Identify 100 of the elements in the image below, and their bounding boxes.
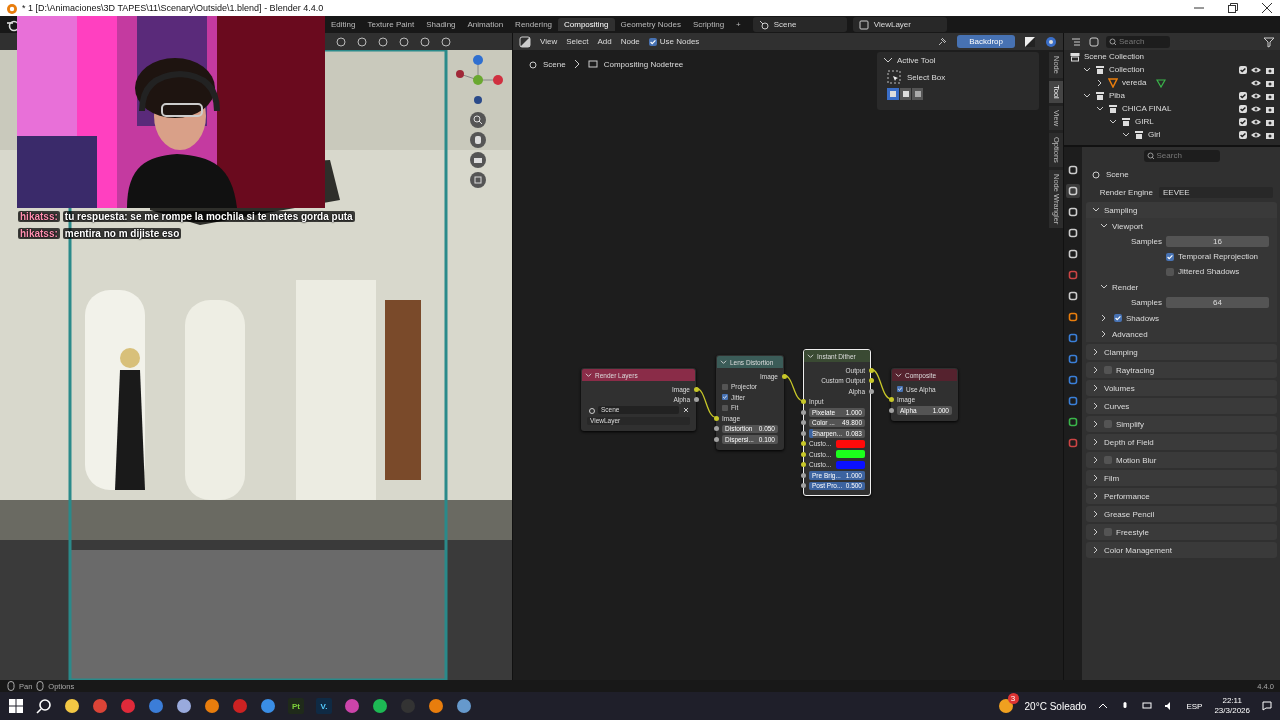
panel-header[interactable]: Curves <box>1086 398 1277 414</box>
use-nodes-checkbox[interactable] <box>648 37 657 46</box>
toolbar-icon[interactable] <box>398 35 410 48</box>
number-field[interactable]: 64 <box>1166 297 1269 308</box>
panel-header[interactable]: Clamping <box>1086 344 1277 360</box>
workspace-tab[interactable]: + <box>730 18 747 31</box>
workspace-tab[interactable]: Shading <box>420 18 462 31</box>
toolbar-icon[interactable] <box>335 35 347 48</box>
menu-item[interactable]: Node <box>620 37 640 46</box>
node-checkbox[interactable] <box>722 394 728 401</box>
search-field[interactable]: Search <box>1106 35 1170 48</box>
view-layer-selector[interactable]: ViewLayer <box>852 17 947 32</box>
panel-header[interactable]: Simplify <box>1086 416 1277 432</box>
node-checkbox[interactable] <box>722 404 728 411</box>
panel-header[interactable]: Grease Pencil <box>1086 506 1277 522</box>
chevron-down-icon[interactable] <box>585 371 592 379</box>
exclude-checkbox[interactable] <box>1239 130 1247 139</box>
workspace-tab[interactable]: Animation <box>461 18 510 31</box>
restore-icon[interactable] <box>1228 3 1238 13</box>
chevron-down-icon[interactable] <box>883 55 893 65</box>
toolbar-icon[interactable] <box>419 35 431 48</box>
close-icon[interactable] <box>1262 3 1272 13</box>
tree-item[interactable]: Girl <box>1148 130 1161 139</box>
chevron-down-icon[interactable] <box>895 371 902 379</box>
clock-date[interactable]: 23/3/2026 <box>1214 706 1250 716</box>
subpanel-header[interactable]: Shadows <box>1086 310 1277 326</box>
hand-icon[interactable] <box>470 132 486 148</box>
checkbox[interactable] <box>1166 267 1174 276</box>
clock-time[interactable]: 22:11 <box>1222 696 1242 706</box>
tree-item[interactable]: Scene Collection <box>1084 52 1145 61</box>
panel-header[interactable]: Motion Blur <box>1086 452 1277 468</box>
panel-header[interactable]: Color Management <box>1086 542 1277 558</box>
list-icon[interactable] <box>1070 35 1082 48</box>
workspace-tab[interactable]: Editing <box>325 18 362 31</box>
color-swatch[interactable] <box>836 439 865 448</box>
menu-item[interactable]: Add <box>597 37 612 46</box>
app-icon[interactable]: V. <box>316 698 332 714</box>
workspace-tab[interactable]: Compositing <box>558 18 615 31</box>
language-indicator[interactable]: ESP <box>1186 701 1203 711</box>
close-icon[interactable] <box>682 406 690 415</box>
subpanel-header[interactable]: Viewport <box>1086 218 1277 234</box>
menu-item[interactable]: Select <box>566 37 589 46</box>
number-field[interactable]: 16 <box>1166 236 1269 247</box>
tree-item[interactable]: CHICA FINAL <box>1122 104 1172 113</box>
render-engine-dropdown[interactable]: EEVEE <box>1159 186 1273 198</box>
output-socket[interactable] <box>781 373 787 379</box>
weather-icon[interactable] <box>998 699 1013 713</box>
workspace-tab[interactable]: Texture Paint <box>361 18 421 31</box>
workspace-tab[interactable]: Scripting <box>686 18 731 31</box>
toolbar-icon[interactable] <box>377 35 389 48</box>
panel-header[interactable]: Freestyle <box>1086 524 1277 540</box>
tree-item[interactable]: vereda <box>1122 78 1147 87</box>
subpanel-header[interactable]: Advanced <box>1086 326 1277 342</box>
pin-icon[interactable] <box>936 35 949 48</box>
tree-item[interactable]: GIRL <box>1135 117 1154 126</box>
overlay-icon[interactable] <box>1045 35 1057 48</box>
toolbar-icon[interactable] <box>440 35 452 48</box>
tree-item[interactable]: Piba <box>1109 91 1125 100</box>
weather-text[interactable]: 20°C Soleado <box>1024 700 1087 712</box>
tree-item[interactable]: Collection <box>1109 65 1145 74</box>
exclude-checkbox[interactable] <box>1239 65 1247 74</box>
windows-icon[interactable] <box>8 698 24 714</box>
workspace-tab[interactable]: Geometry Nodes <box>614 18 687 31</box>
node-checkbox[interactable] <box>897 386 903 393</box>
panel-header[interactable]: Volumes <box>1086 380 1277 396</box>
panel-header[interactable]: Performance <box>1086 488 1277 504</box>
panel-checkbox[interactable] <box>1104 420 1112 428</box>
breadcrumb-item[interactable]: Compositing Nodetree <box>603 59 684 69</box>
exclude-checkbox[interactable] <box>1239 104 1247 113</box>
color-swatch[interactable] <box>836 450 865 459</box>
filter-icon[interactable] <box>1263 35 1275 48</box>
exclude-checkbox[interactable] <box>1239 91 1247 100</box>
chevron-up-icon[interactable] <box>1098 701 1109 711</box>
app-icon[interactable] <box>428 698 444 714</box>
subpanel-header[interactable]: Render <box>1086 279 1277 295</box>
panel-header[interactable]: Raytracing <box>1086 362 1277 378</box>
selection-mode-icons[interactable] <box>887 88 923 100</box>
subpanel-checkbox[interactable] <box>1114 314 1122 322</box>
channels-icon[interactable] <box>1024 35 1036 48</box>
node-checkbox[interactable] <box>722 383 728 390</box>
color-swatch[interactable] <box>836 460 865 469</box>
search-icon[interactable] <box>36 698 52 714</box>
menu-item[interactable]: View <box>540 37 558 46</box>
toolbar-icon[interactable] <box>356 35 368 48</box>
backdrop-button[interactable]: Backdrop <box>957 35 1015 48</box>
panel-checkbox[interactable] <box>1104 528 1112 536</box>
panel-header[interactable]: Depth of Field <box>1086 434 1277 450</box>
breadcrumb-item[interactable]: Scene <box>543 59 566 69</box>
exclude-checkbox[interactable] <box>1239 117 1247 126</box>
notifications-icon[interactable] <box>1262 701 1272 711</box>
panel-header[interactable]: Sampling <box>1086 202 1277 218</box>
app-icon[interactable] <box>204 698 220 714</box>
editor-type-icon[interactable] <box>519 35 531 48</box>
grid-icon[interactable] <box>470 172 486 188</box>
chevron-down-icon[interactable] <box>720 358 727 366</box>
zoom-icon[interactable] <box>470 112 486 128</box>
search-field[interactable]: Search <box>1143 149 1220 162</box>
workspace-tab[interactable]: Rendering <box>509 18 559 31</box>
panel-checkbox[interactable] <box>1104 366 1112 374</box>
checkbox[interactable] <box>1166 252 1174 261</box>
